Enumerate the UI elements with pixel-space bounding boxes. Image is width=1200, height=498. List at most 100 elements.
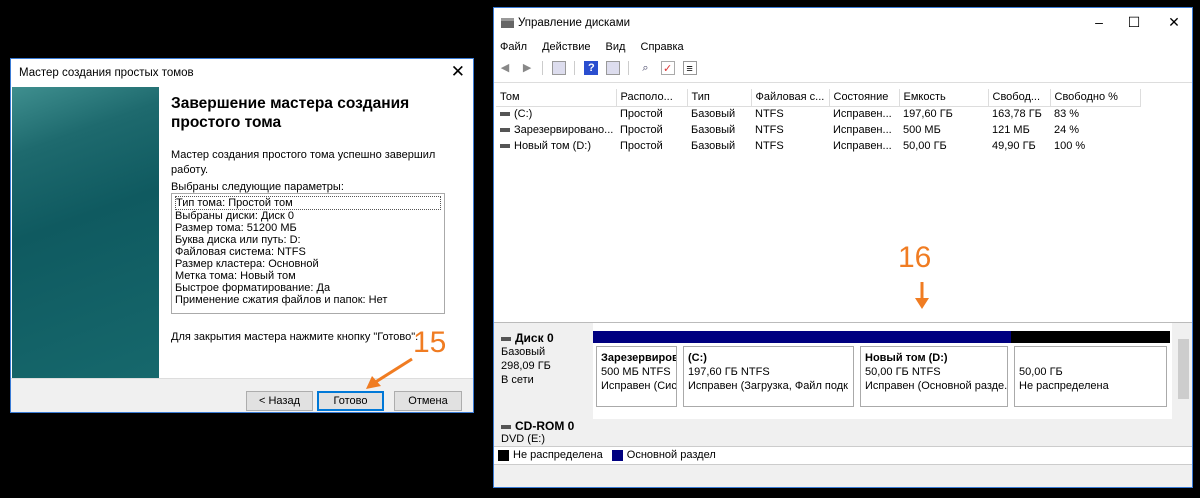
cell: 197,60 ГБ [903, 108, 953, 121]
partition-status: Исправен (Основной разде. [865, 380, 1008, 392]
disk0-label[interactable]: Диск 0 Базовый 298,09 ГБ В сети [497, 327, 591, 417]
cell: 121 МБ [992, 124, 1030, 136]
partition-c[interactable]: (C:) 197,60 ГБ NTFS Исправен (Загрузка, Фа… [680, 331, 857, 409]
partition-size: 500 МБ NTFS [601, 366, 671, 378]
drive-icon [500, 112, 510, 117]
disk-name: Диск 0 [515, 331, 554, 345]
cell: Базовый [691, 140, 736, 152]
cell: Новый том (D:) [514, 140, 591, 152]
legend-primary: Основной раздел [626, 449, 716, 461]
wizard-title: Мастер создания простых томов [19, 67, 194, 79]
table-row[interactable]: (C:) Простой Базовый NTFS Исправен... 197,60… [496, 106, 1140, 122]
toolbar: ◀ ▶ ? ⌕ ✓ ≡ [494, 56, 1192, 83]
back-arrow-icon[interactable]: ◀ [498, 61, 512, 75]
col-header[interactable]: Том [496, 89, 617, 107]
partition-name: (C:) [688, 352, 707, 364]
cell: 49,90 ГБ [992, 140, 1036, 152]
param-item: Метка тома: Новый том [175, 270, 296, 282]
cell: Зарезервировано... [514, 124, 614, 136]
partition-size: 197,60 ГБ NTFS [688, 366, 770, 378]
maximize-icon[interactable]: ☐ [1119, 14, 1149, 31]
partition-name: Зарезервиров [601, 352, 677, 364]
minimize-icon[interactable]: – [1084, 14, 1114, 30]
col-header[interactable]: Состояние [829, 89, 900, 107]
status-bar [494, 464, 1192, 487]
annotation-16: 16 [898, 241, 932, 274]
cell: NTFS [755, 140, 784, 152]
disk-type: Базовый [501, 346, 546, 358]
cdrom-icon [501, 424, 511, 429]
param-item: Буква диска или путь: D: [175, 234, 301, 246]
menu-bar: Файл Действие Вид Справка [500, 38, 696, 56]
cell: 24 % [1054, 124, 1080, 136]
param-item: Файловая система: NTFS [175, 246, 306, 258]
check-icon[interactable]: ✓ [660, 61, 675, 75]
wizard-banner [12, 87, 159, 378]
cell: NTFS [755, 108, 784, 121]
col-header[interactable]: Тип [687, 89, 752, 107]
close-hint: Для закрытия мастера нажмите кнопку "Гот… [171, 331, 419, 343]
cell: 100 % [1054, 140, 1086, 152]
partition-area: Зарезервиров 500 МБ NTFS Исправен (Сис (C:… [593, 323, 1172, 419]
cdrom-sub: DVD (E:) [501, 433, 545, 445]
param-item: Выбраны диски: Диск 0 [175, 210, 295, 222]
cell: Исправен... [833, 140, 892, 152]
vertical-scrollbar[interactable] [1176, 323, 1191, 447]
menu-view[interactable]: Вид [606, 41, 626, 53]
cdrom-label[interactable]: CD-ROM 0 DVD (E:) [497, 418, 591, 447]
cell: Простой [620, 108, 663, 121]
partition-status: Исправен (Сис [601, 380, 677, 392]
cell: 83 % [1054, 108, 1080, 121]
col-header[interactable]: Свободно % [1050, 89, 1141, 107]
col-header[interactable]: Свобод... [988, 89, 1051, 107]
annotation-arrow-icon [366, 357, 413, 389]
col-header[interactable]: Располо... [616, 89, 688, 107]
cell: Простой [620, 140, 663, 152]
forward-arrow-icon[interactable]: ▶ [520, 61, 534, 75]
close-icon[interactable]: ✕ [1159, 14, 1189, 31]
drive-icon [500, 128, 510, 133]
action-pane-icon[interactable] [606, 61, 621, 75]
partition-d[interactable]: Новый том (D:) 50,00 ГБ NTFS Исправен (Осн… [857, 331, 1011, 409]
back-button[interactable]: < Назад [246, 391, 313, 411]
partition-name: Новый том (D:) [865, 352, 948, 364]
params-list[interactable]: Тип тома: Простой том Выбраны диски: Дис… [171, 193, 445, 314]
close-icon[interactable]: ✕ [451, 62, 465, 82]
cell: NTFS [755, 124, 784, 136]
menu-file[interactable]: Файл [500, 41, 527, 53]
cell: 163,78 ГБ [992, 108, 1042, 121]
disk-management-window: Управление дисками – ☐ ✕ Файл Действие В… [493, 7, 1193, 488]
param-item: Размер тома: 51200 МБ [175, 222, 297, 234]
properties-icon[interactable]: ≡ [682, 61, 697, 75]
primary-swatch-icon [611, 449, 623, 461]
cell: (C:) [514, 108, 533, 121]
param-item: Размер кластера: Основной [175, 258, 319, 270]
cell: Простой [620, 124, 663, 136]
table-header: Том Располо... Тип Файловая с... Состоян… [496, 89, 1141, 107]
disk-size: 298,09 ГБ [501, 360, 551, 372]
disk-graphical-view: Диск 0 Базовый 298,09 ГБ В сети Зарезерв… [494, 322, 1192, 447]
col-header[interactable]: Файловая с... [751, 89, 830, 107]
param-item: Быстрое форматирование: Да [175, 282, 331, 294]
table-row[interactable]: Зарезервировано... Простой Базовый NTFS Исп… [496, 122, 1140, 138]
disk-icon [501, 336, 511, 341]
partition-size: 50,00 ГБ NTFS [865, 366, 941, 378]
scrollbar-thumb[interactable] [1178, 339, 1189, 399]
partition-reserved[interactable]: Зарезервиров 500 МБ NTFS Исправен (Сис [593, 331, 680, 409]
cell: Базовый [691, 124, 736, 136]
menu-help[interactable]: Справка [641, 41, 684, 53]
partition-unallocated[interactable]: 50,00 ГБ Не распределена [1011, 331, 1170, 409]
partition-status: Исправен (Загрузка, Файл подк [688, 380, 848, 392]
partition-size: 50,00 ГБ [1019, 366, 1063, 378]
legend: Не распределена Основной раздел [494, 446, 1192, 464]
console-tree-icon[interactable] [552, 61, 567, 75]
cell: Исправен... [833, 108, 892, 121]
connect-icon[interactable]: ⌕ [639, 61, 653, 75]
col-header[interactable]: Емкость [899, 89, 989, 107]
help-icon[interactable]: ? [584, 61, 599, 75]
table-row[interactable]: Новый том (D:) Простой Базовый NTFS Исправе… [496, 138, 1140, 154]
param-item: Тип тома: Простой том [175, 196, 441, 210]
annotation-arrow-icon [915, 282, 929, 309]
wizard-heading: Завершение мастера создания простого том… [171, 95, 410, 131]
menu-action[interactable]: Действие [542, 41, 590, 53]
